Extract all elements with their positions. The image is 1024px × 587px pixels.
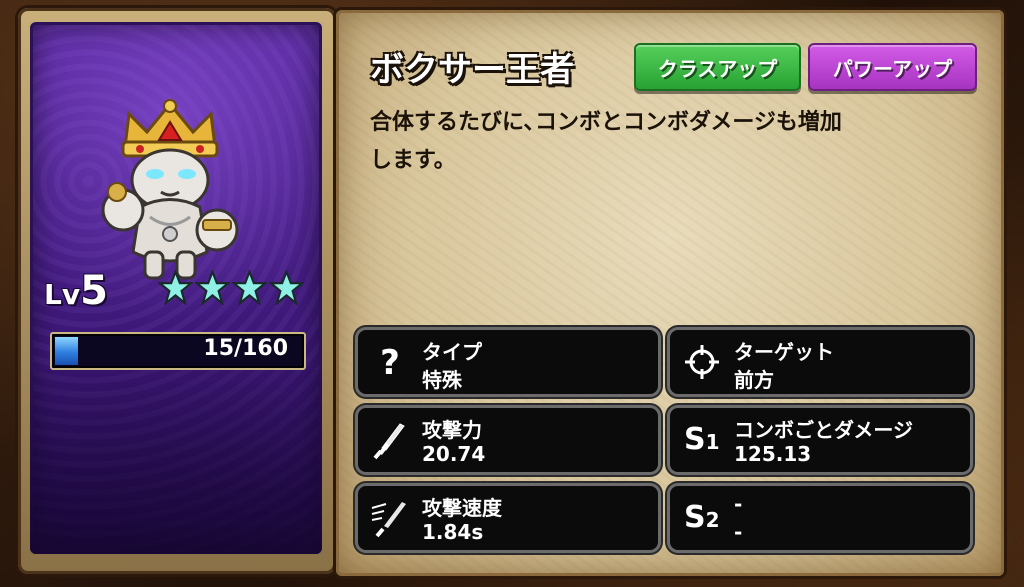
star-icon [195, 270, 230, 305]
star-icon [269, 270, 304, 305]
stat-target-name: ターゲット [734, 340, 834, 364]
stat-attack: 攻撃力 20.74 [358, 408, 658, 472]
stat-type-name: タイプ [422, 340, 482, 364]
stat-skill-2-name: - [734, 492, 743, 516]
stat-attack-name: 攻撃力 [422, 418, 482, 442]
skill-2-number: 2 [705, 508, 720, 532]
stat-skill-1-value: 125.13 [734, 442, 812, 466]
level-display: Lv5 [44, 268, 108, 314]
class-up-button-label: クラスアップ [657, 56, 778, 81]
skill-2-label: S2 [684, 500, 720, 535]
stat-attack-speed-value: 1.84s [422, 520, 484, 544]
level-number: 5 [80, 268, 108, 314]
class-up-button[interactable]: クラスアップ [634, 43, 801, 91]
description-line-1: 合体するたびに､コンボとコンボダメージも増加 [370, 110, 842, 135]
description-line-2: します。 [370, 148, 456, 173]
sword-icon [373, 423, 405, 460]
stat-target-value: 前方 [734, 368, 774, 392]
stat-attack-speed: 攻撃速度 1.84s [358, 486, 658, 550]
svg-text:?: ? [380, 343, 400, 382]
stat-target: ターゲット 前方 [670, 330, 970, 394]
star-icon [158, 270, 193, 305]
crosshair-icon [685, 345, 719, 379]
skill-1-letter: S [684, 422, 706, 457]
stat-type-value: 特殊 [422, 368, 462, 392]
star-icon [232, 270, 267, 305]
stat-skill-1: S1 コンボごとダメージ 125.13 [670, 408, 970, 472]
unit-card-lower-panel [30, 370, 322, 554]
level-label: Lv [44, 278, 81, 311]
power-up-button[interactable]: パワーアップ [808, 43, 977, 91]
power-up-button-label: パワーアップ [832, 56, 953, 81]
xp-bar: 15/160 [50, 332, 306, 370]
stat-type: ? タイプ 特殊 [358, 330, 658, 394]
fast-sword-icon [371, 502, 406, 538]
stat-attack-value: 20.74 [422, 442, 486, 466]
xp-bar-fill [55, 337, 78, 365]
unit-description: 合体するたびに､コンボとコンボダメージも増加 します。 [370, 104, 970, 180]
skill-1-label: S1 [684, 422, 720, 457]
stat-skill-1-name: コンボごとダメージ [734, 418, 913, 442]
skill-2-letter: S [684, 500, 706, 535]
star-rating [158, 270, 304, 306]
boxer-king-character [101, 99, 239, 280]
skill-1-number: 1 [705, 430, 720, 454]
stat-skill-2: S2 - - [670, 486, 970, 550]
stat-attack-speed-name: 攻撃速度 [422, 496, 502, 520]
xp-text: 15/160 [203, 336, 288, 361]
question-icon: ? [380, 343, 400, 382]
unit-name: ボクサー王者 [370, 50, 574, 90]
stat-skill-2-value: - [734, 520, 743, 544]
